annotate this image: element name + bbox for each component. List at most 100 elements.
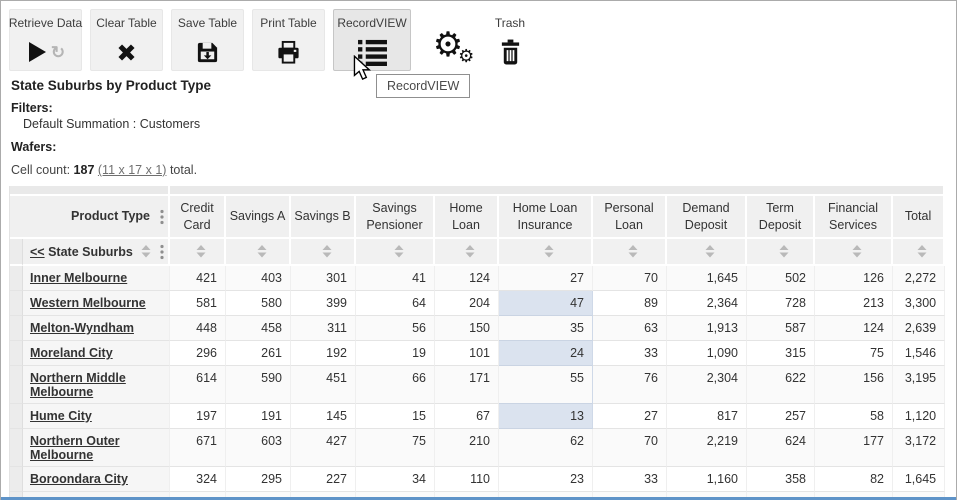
data-cell[interactable]: 1,913 (667, 316, 747, 341)
data-cell[interactable]: 41 (356, 266, 435, 291)
data-cell[interactable]: 67 (435, 404, 499, 429)
data-cell[interactable]: 55 (499, 366, 593, 404)
data-cell[interactable]: 89 (593, 291, 667, 316)
data-cell[interactable]: 1,160 (667, 467, 747, 492)
save-table-button[interactable]: Save Table (171, 9, 244, 71)
row-label-link[interactable]: Melton-Wyndham (30, 321, 134, 335)
data-cell[interactable]: 671 (170, 429, 226, 467)
data-cell[interactable]: 581 (170, 291, 226, 316)
data-cell[interactable]: 23 (499, 467, 593, 492)
data-cell[interactable]: 171 (435, 366, 499, 404)
data-cell[interactable]: 204 (435, 291, 499, 316)
data-cell[interactable]: 76 (593, 366, 667, 404)
data-cell[interactable]: 3,300 (893, 291, 945, 316)
data-cell[interactable]: 15 (356, 404, 435, 429)
column-sort-cell[interactable] (435, 239, 499, 266)
sort-icon[interactable] (628, 245, 638, 258)
data-cell[interactable]: 13 (499, 404, 593, 429)
data-cell[interactable]: 587 (747, 316, 815, 341)
data-cell[interactable]: 257 (747, 404, 815, 429)
data-cell[interactable]: 210 (435, 429, 499, 467)
sort-icon[interactable] (852, 245, 862, 258)
data-cell[interactable]: 24 (499, 341, 593, 366)
sort-icon[interactable] (544, 245, 554, 258)
column-sort-cell[interactable] (667, 239, 747, 266)
data-cell[interactable]: 301 (291, 266, 356, 291)
data-cell[interactable]: 145 (291, 404, 356, 429)
data-cell[interactable]: 1,546 (893, 341, 945, 366)
data-cell[interactable]: 261 (226, 341, 291, 366)
data-cell[interactable]: 580 (226, 291, 291, 316)
sort-icon[interactable] (917, 245, 927, 258)
sort-icon[interactable] (394, 245, 404, 258)
data-cell[interactable]: 124 (435, 266, 499, 291)
data-cell[interactable]: 2,364 (667, 291, 747, 316)
row-label-link[interactable]: Northern Outer Melbourne (30, 434, 120, 462)
data-cell[interactable]: 451 (291, 366, 356, 404)
row-label-link[interactable]: Inner Melbourne (30, 271, 127, 285)
column-sort-cell[interactable] (593, 239, 667, 266)
sort-icon[interactable] (257, 245, 267, 258)
data-cell[interactable]: 427 (291, 429, 356, 467)
column-sort-cell[interactable] (356, 239, 435, 266)
data-cell[interactable]: 502 (747, 266, 815, 291)
data-cell[interactable]: 19 (356, 341, 435, 366)
column-sort-cell[interactable] (815, 239, 893, 266)
sort-icon[interactable] (779, 245, 789, 258)
data-cell[interactable]: 817 (667, 404, 747, 429)
data-cell[interactable]: 227 (291, 467, 356, 492)
sort-icon[interactable] (705, 245, 715, 258)
data-cell[interactable]: 2,272 (893, 266, 945, 291)
data-cell[interactable]: 58 (815, 404, 893, 429)
row-label-link[interactable]: Moreland City (30, 346, 113, 360)
row-label-link[interactable]: Boroondara City (30, 472, 128, 486)
column-sort-cell[interactable] (499, 239, 593, 266)
data-cell[interactable]: 70 (593, 266, 667, 291)
column-sort-cell[interactable] (226, 239, 291, 266)
kebab-menu-icon[interactable] (160, 209, 164, 225)
data-cell[interactable]: 1,090 (667, 341, 747, 366)
data-cell[interactable]: 27 (499, 266, 593, 291)
sort-icon[interactable] (465, 245, 475, 258)
data-cell[interactable]: 2,304 (667, 366, 747, 404)
data-cell[interactable]: 110 (435, 467, 499, 492)
data-cell[interactable]: 66 (356, 366, 435, 404)
data-cell[interactable]: 192 (291, 341, 356, 366)
column-sort-cell[interactable] (291, 239, 356, 266)
data-cell[interactable]: 33 (593, 467, 667, 492)
recordview-button[interactable]: RecordVIEW (333, 9, 411, 71)
data-cell[interactable]: 27 (593, 404, 667, 429)
data-cell[interactable]: 3,195 (893, 366, 945, 404)
row-axis-state-suburbs[interactable]: << State Suburbs (23, 239, 170, 266)
data-cell[interactable]: 70 (593, 429, 667, 467)
sort-icon[interactable] (196, 245, 206, 258)
data-cell[interactable]: 213 (815, 291, 893, 316)
sort-icon[interactable] (141, 245, 151, 258)
print-table-button[interactable]: Print Table (252, 9, 325, 71)
data-cell[interactable]: 82 (815, 467, 893, 492)
column-sort-cell[interactable] (893, 239, 945, 266)
data-cell[interactable]: 3,172 (893, 429, 945, 467)
data-cell[interactable]: 191 (226, 404, 291, 429)
cell-count-dimensions-link[interactable]: (11 x 17 x 1) (98, 163, 167, 177)
data-cell[interactable]: 458 (226, 316, 291, 341)
data-cell[interactable]: 448 (170, 316, 226, 341)
row-label-link[interactable]: Western Melbourne (30, 296, 146, 310)
data-cell[interactable]: 421 (170, 266, 226, 291)
column-sort-cell[interactable] (747, 239, 815, 266)
column-sort-cell[interactable] (170, 239, 226, 266)
data-cell[interactable]: 33 (593, 341, 667, 366)
data-cell[interactable]: 311 (291, 316, 356, 341)
data-cell[interactable]: 622 (747, 366, 815, 404)
kebab-menu-icon[interactable] (160, 244, 164, 260)
data-cell[interactable]: 150 (435, 316, 499, 341)
data-cell[interactable]: 1,645 (667, 266, 747, 291)
row-label-link[interactable]: Hume City (30, 409, 92, 423)
data-cell[interactable]: 358 (747, 467, 815, 492)
data-cell[interactable]: 296 (170, 341, 226, 366)
data-cell[interactable]: 35 (499, 316, 593, 341)
collapse-axis-link[interactable]: << (30, 245, 45, 259)
data-cell[interactable]: 728 (747, 291, 815, 316)
row-label-link[interactable]: Northern Middle Melbourne (30, 371, 126, 399)
data-cell[interactable]: 124 (815, 316, 893, 341)
